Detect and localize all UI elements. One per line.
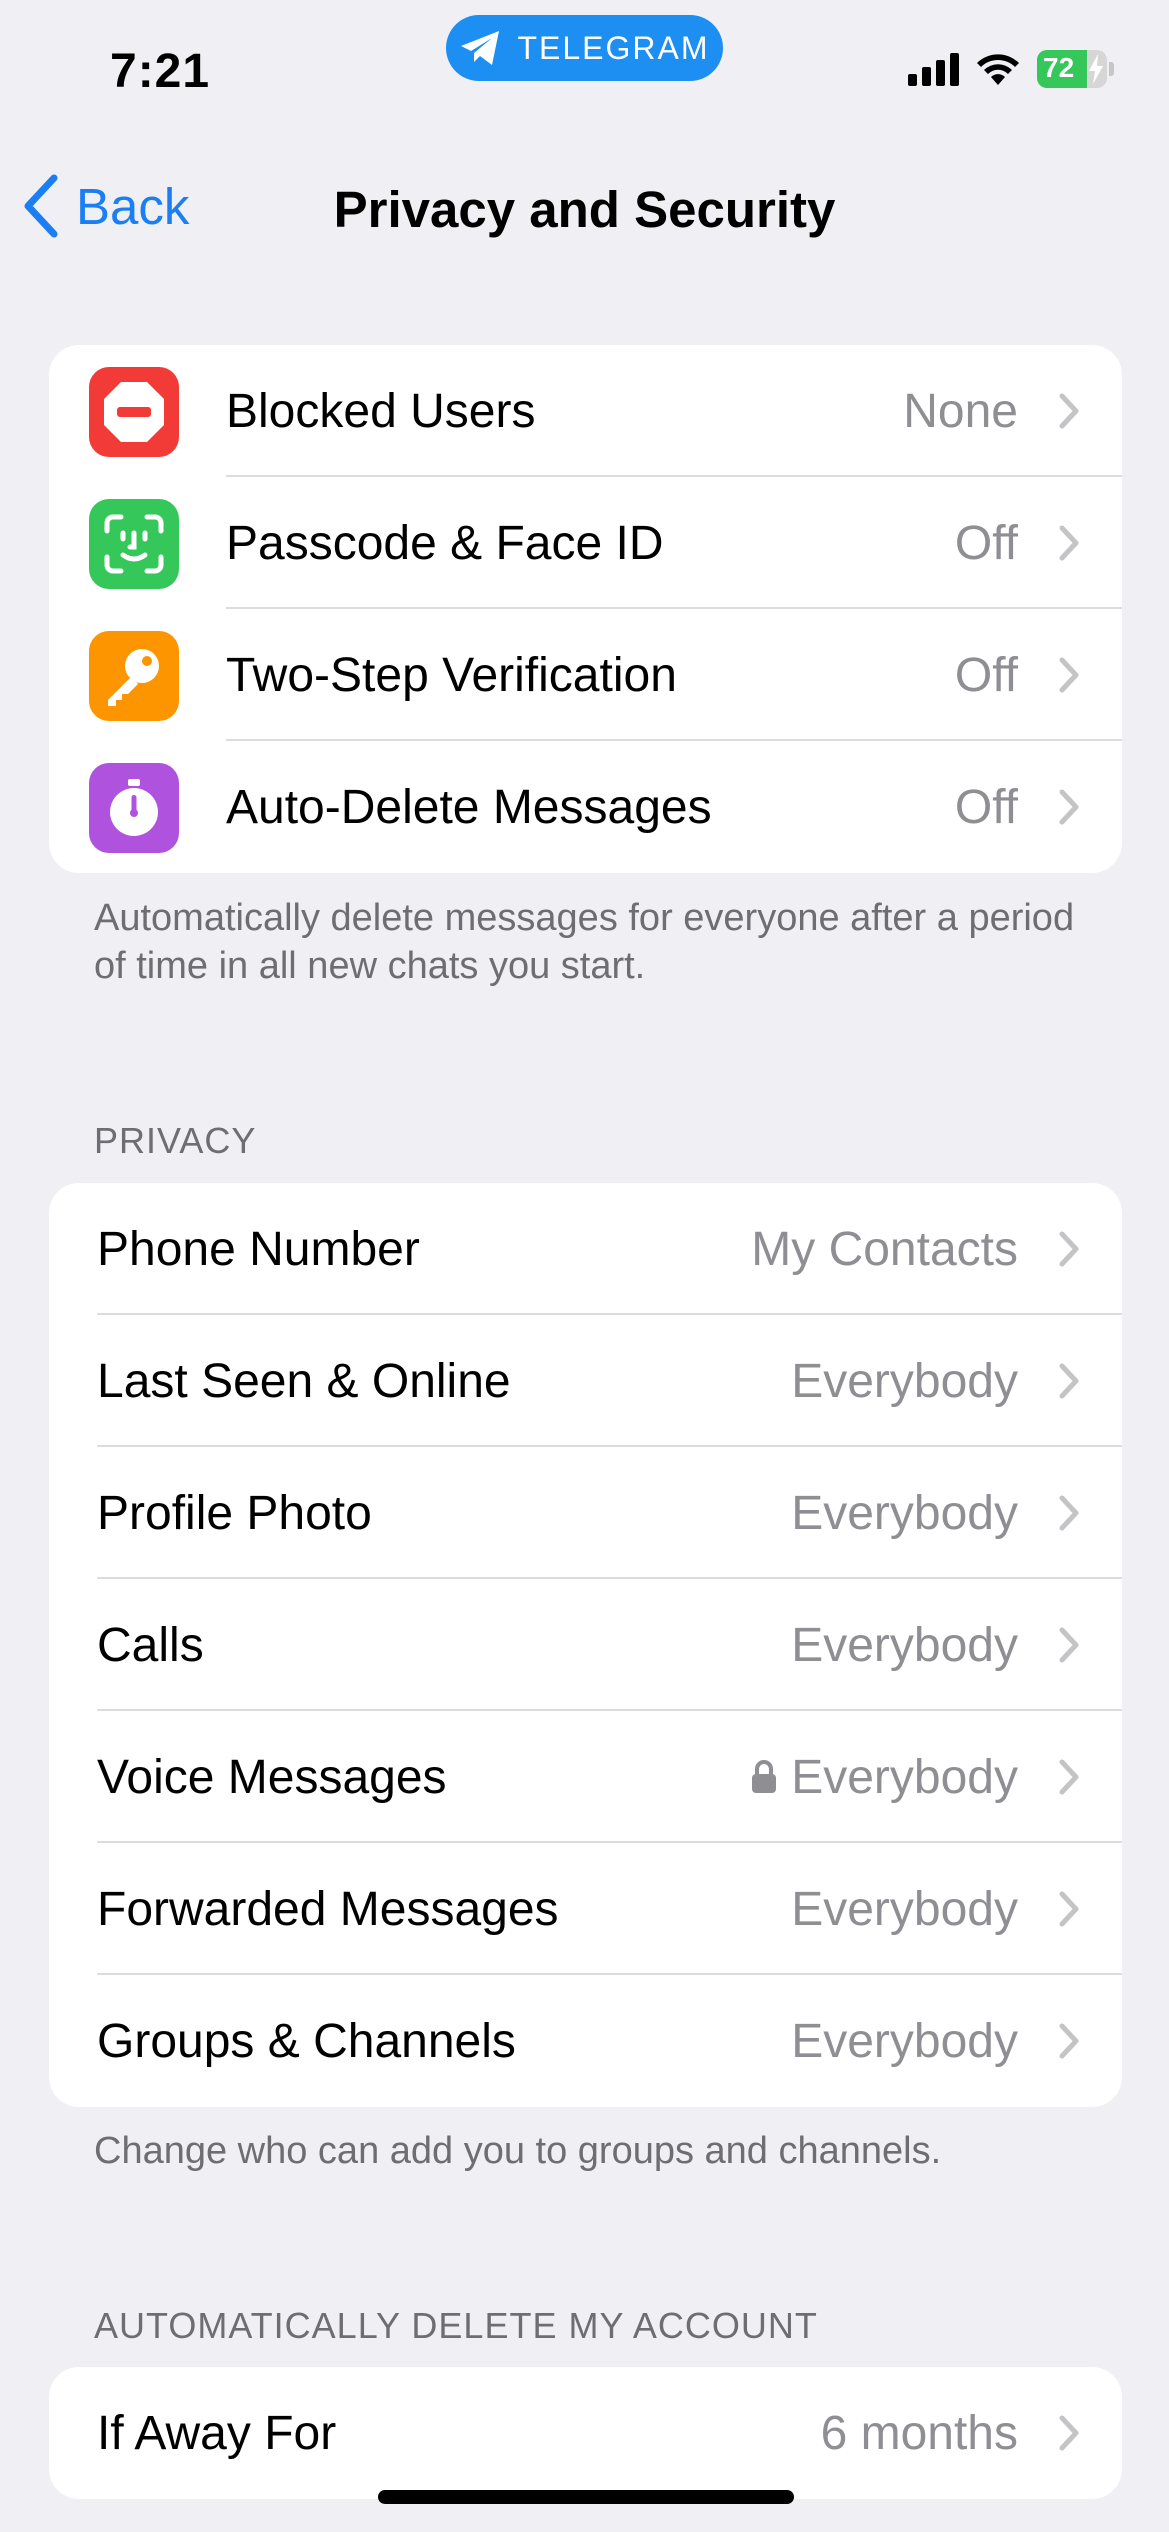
chevron-right-icon <box>1059 789 1079 825</box>
privacy-footer: Change who can add you to groups and cha… <box>94 2130 942 2172</box>
row-value: Off <box>954 780 1018 834</box>
account-header: AUTOMATICALLY DELETE MY ACCOUNT <box>94 2305 818 2346</box>
timer-icon <box>110 779 158 836</box>
row-label: Last Seen & Online <box>97 1354 511 1408</box>
status-time: 7:21 <box>110 45 211 98</box>
row-phone-number[interactable]: Phone Number My Contacts <box>49 1183 1122 1315</box>
wifi-icon <box>977 54 1019 85</box>
row-value: 6 months <box>820 2406 1018 2460</box>
row-label: Two-Step Verification <box>226 648 677 702</box>
battery-nub <box>1109 62 1114 76</box>
row-voice-messages[interactable]: Voice Messages Everybody <box>49 1711 1122 1843</box>
chevron-right-icon <box>1059 393 1079 429</box>
row-label: Groups & Channels <box>97 2014 516 2068</box>
row-last-seen-online[interactable]: Last Seen & Online Everybody <box>49 1315 1122 1447</box>
row-two-step-verification[interactable]: Two-Step Verification Off <box>49 609 1122 741</box>
row-auto-delete-messages[interactable]: Auto-Delete Messages Off <box>49 741 1122 873</box>
row-if-away-for[interactable]: If Away For 6 months <box>49 2367 1122 2499</box>
row-value: Everybody <box>791 1618 1018 1672</box>
auto-delete-icon-tile <box>89 763 179 853</box>
row-profile-photo[interactable]: Profile Photo Everybody <box>49 1447 1122 1579</box>
cellular-signal-icon <box>908 52 959 86</box>
battery-indicator: 72 <box>1037 50 1114 88</box>
no-entry-icon <box>104 382 164 442</box>
status-bar: 7:21 TELEGRAM 72 <box>0 0 1169 150</box>
privacy-group: Phone Number My Contacts Last Seen & Onl… <box>49 1183 1122 2107</box>
battery-icon: 72 <box>1037 50 1107 88</box>
security-group: Blocked Users None Passcode & Face ID Of… <box>49 345 1122 873</box>
row-value: Everybody <box>791 1750 1018 1804</box>
row-value: Everybody <box>791 2014 1018 2068</box>
telegram-pill[interactable]: TELEGRAM <box>446 15 723 81</box>
row-label: Forwarded Messages <box>97 1882 559 1936</box>
account-group: If Away For 6 months <box>49 2367 1122 2499</box>
chevron-right-icon <box>1059 2415 1079 2451</box>
status-icons: 72 <box>908 50 1114 88</box>
blocked-users-icon-tile <box>89 367 179 457</box>
privacy-header: PRIVACY <box>94 1120 257 1161</box>
lock-icon <box>752 1760 777 1793</box>
row-label: Passcode & Face ID <box>226 516 664 570</box>
row-label: Voice Messages <box>97 1750 447 1804</box>
row-blocked-users[interactable]: Blocked Users None <box>49 345 1122 477</box>
face-id-icon <box>104 514 164 574</box>
chevron-right-icon <box>1059 1231 1079 1267</box>
home-indicator[interactable] <box>378 2490 794 2504</box>
chevron-right-icon <box>1059 657 1079 693</box>
row-value: Everybody <box>791 1354 1018 1408</box>
row-passcode-face-id[interactable]: Passcode & Face ID Off <box>49 477 1122 609</box>
row-label: Phone Number <box>97 1222 420 1276</box>
row-value: Off <box>954 516 1018 570</box>
chevron-right-icon <box>1059 525 1079 561</box>
row-label: Calls <box>97 1618 204 1672</box>
row-value: None <box>903 384 1018 438</box>
chevron-right-icon <box>1059 1759 1079 1795</box>
row-value: My Contacts <box>751 1222 1018 1276</box>
nav-bar: Back Privacy and Security <box>0 150 1169 270</box>
row-label: Blocked Users <box>226 384 536 438</box>
charging-bolt-icon <box>1089 54 1103 84</box>
two-step-icon-tile <box>89 631 179 721</box>
row-forwarded-messages[interactable]: Forwarded Messages Everybody <box>49 1843 1122 1975</box>
row-value: Everybody <box>791 1486 1018 1540</box>
row-label: Profile Photo <box>97 1486 372 1540</box>
row-label: If Away For <box>97 2406 337 2460</box>
passcode-icon-tile <box>89 499 179 589</box>
row-value-locked: Everybody <box>751 1750 1018 1805</box>
security-footer: Automatically delete messages for everyo… <box>94 897 1075 987</box>
row-value: Everybody <box>791 1882 1018 1936</box>
chevron-right-icon <box>1059 1891 1079 1927</box>
battery-percent: 72 <box>1043 52 1075 83</box>
row-calls[interactable]: Calls Everybody <box>49 1579 1122 1711</box>
chevron-right-icon <box>1059 1495 1079 1531</box>
telegram-pill-label: TELEGRAM <box>517 29 710 66</box>
telegram-plane-icon <box>461 31 500 65</box>
screen: 7:21 TELEGRAM 72 Back Privacy and Securi… <box>0 0 1169 2532</box>
row-groups-channels[interactable]: Groups & Channels Everybody <box>49 1975 1122 2107</box>
key-icon <box>108 649 159 706</box>
row-label: Auto-Delete Messages <box>226 780 712 834</box>
chevron-right-icon <box>1059 2023 1079 2059</box>
chevron-right-icon <box>1059 1627 1079 1663</box>
row-value: Off <box>954 648 1018 702</box>
page-title: Privacy and Security <box>333 181 836 238</box>
chevron-right-icon <box>1059 1363 1079 1399</box>
